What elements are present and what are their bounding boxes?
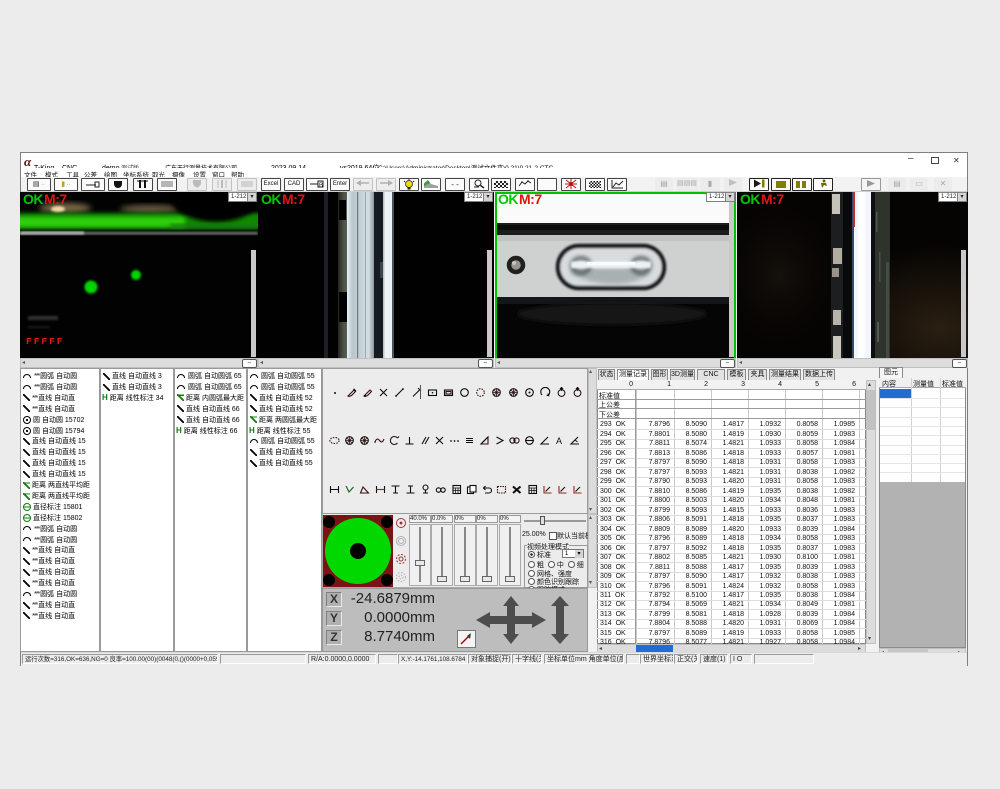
svg-text:A: A	[556, 436, 562, 446]
svg-text:B: B	[319, 183, 323, 188]
